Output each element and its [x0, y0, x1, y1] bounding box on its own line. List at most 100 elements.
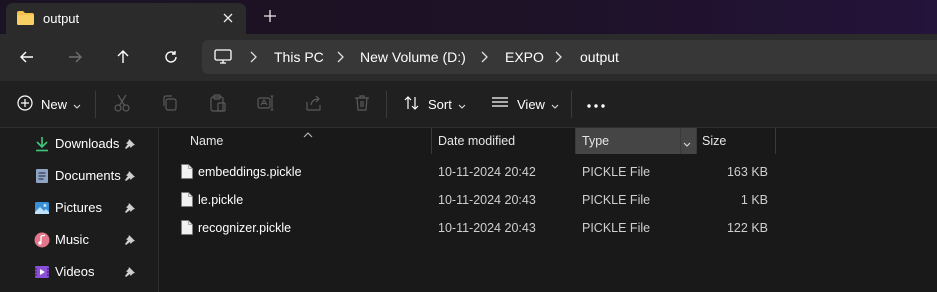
download-icon	[34, 136, 50, 152]
chevron-right-icon[interactable]	[248, 51, 258, 63]
breadcrumb-this-pc[interactable]: This PC	[274, 49, 324, 65]
file-name: embeddings.pickle	[198, 165, 302, 179]
divider	[571, 91, 572, 118]
new-label: New	[41, 96, 68, 112]
column-header-label: Name	[190, 134, 224, 148]
breadcrumb-expo[interactable]: EXPO	[505, 49, 544, 65]
cut-icon	[113, 94, 131, 115]
arrow-right-icon[interactable]	[63, 45, 87, 69]
refresh-icon[interactable]	[159, 45, 183, 69]
paste-button[interactable]	[209, 93, 227, 115]
breadcrumb-new-volume[interactable]: New Volume (D:)	[360, 49, 466, 65]
file-icon	[181, 164, 193, 179]
divider	[95, 91, 96, 118]
rename-button[interactable]	[257, 93, 275, 115]
delete-icon	[353, 94, 371, 115]
column-header-label: Date modified	[438, 134, 516, 148]
column-header-label: Type	[582, 134, 610, 148]
file-name: le.pickle	[198, 193, 244, 207]
sort-label: Sort	[428, 96, 452, 112]
music-icon	[34, 232, 50, 248]
pin-icon[interactable]	[124, 138, 136, 150]
picture-icon	[34, 200, 50, 216]
sidebar-item-music[interactable]: Music	[0, 224, 158, 256]
sort-icon	[404, 95, 420, 114]
copy-button[interactable]	[161, 93, 179, 115]
file-size: 122 KB	[726, 221, 768, 235]
sidebar-item-label: Documents	[55, 168, 121, 183]
divider	[386, 91, 387, 118]
chevron-right-icon[interactable]	[479, 51, 489, 63]
table-row[interactable]: embeddings.pickle 10-11-2024 20:42 PICKL…	[159, 158, 937, 186]
rename-icon	[257, 94, 275, 115]
column-header-date[interactable]: Date modified	[432, 128, 575, 154]
table-row[interactable]: le.pickle 10-11-2024 20:43 PICKLE File 1…	[159, 186, 937, 214]
chevron-down-icon	[551, 97, 559, 112]
command-bar: New Sort View	[0, 81, 937, 128]
column-header-name[interactable]: Name	[159, 128, 431, 154]
file-date: 10-11-2024 20:42	[438, 165, 536, 179]
chevron-right-icon[interactable]	[335, 51, 345, 63]
view-label: View	[517, 96, 545, 112]
view-list-icon	[491, 96, 509, 113]
arrow-up-icon[interactable]	[111, 45, 135, 69]
file-icon	[181, 220, 193, 235]
pin-icon[interactable]	[124, 234, 136, 246]
plus-circle-icon	[17, 94, 33, 114]
column-header-size[interactable]: Size	[697, 128, 775, 154]
video-icon	[34, 264, 50, 280]
copy-icon	[161, 94, 179, 115]
file-size: 1 KB	[740, 193, 768, 207]
paste-icon	[209, 93, 227, 115]
column-divider[interactable]	[680, 128, 681, 154]
computer-icon	[214, 49, 232, 65]
file-icon	[181, 192, 193, 207]
tab-output[interactable]: output	[6, 3, 246, 34]
sidebar-item-downloads[interactable]: Downloads	[0, 128, 158, 160]
file-type: PICKLE File	[582, 165, 651, 179]
file-size: 163 KB	[726, 165, 768, 179]
sidebar-item-label: Music	[55, 232, 89, 247]
column-header-label: Size	[702, 134, 727, 148]
sort-button[interactable]: Sort	[404, 93, 466, 115]
navigation-pane: Downloads Documents Pictures Music Video…	[0, 128, 159, 292]
sidebar-item-documents[interactable]: Documents	[0, 160, 158, 192]
sidebar-item-pictures[interactable]: Pictures	[0, 192, 158, 224]
view-button[interactable]: View	[491, 93, 559, 115]
file-name: recognizer.pickle	[198, 221, 292, 235]
chevron-right-icon[interactable]	[553, 51, 563, 63]
title-bar: output	[0, 0, 937, 34]
pin-icon[interactable]	[124, 170, 136, 182]
address-bar[interactable]: This PC New Volume (D:) EXPO output	[202, 40, 937, 74]
more-button[interactable]	[586, 93, 606, 115]
new-button[interactable]: New	[17, 93, 81, 115]
breadcrumb-output[interactable]: output	[580, 49, 619, 65]
share-icon	[305, 94, 323, 115]
file-date: 10-11-2024 20:43	[438, 221, 536, 235]
share-button[interactable]	[305, 93, 323, 115]
folder-icon	[17, 11, 34, 25]
sidebar-item-label: Downloads	[55, 136, 120, 151]
table-row[interactable]: recognizer.pickle 10-11-2024 20:43 PICKL…	[159, 214, 937, 242]
plus-icon[interactable]	[261, 7, 279, 25]
file-date: 10-11-2024 20:43	[438, 193, 536, 207]
file-type: PICKLE File	[582, 221, 651, 235]
tab-title: output	[43, 11, 80, 26]
close-icon[interactable]	[219, 9, 237, 27]
column-header-type[interactable]: Type	[576, 128, 696, 154]
more-icon	[586, 97, 606, 112]
chevron-down-icon	[73, 97, 81, 112]
file-list: Name Date modified Type Size embeddings.…	[159, 128, 937, 292]
chevron-down-icon[interactable]	[683, 136, 691, 150]
sidebar-item-label: Pictures	[55, 200, 102, 215]
document-icon	[34, 168, 50, 184]
arrow-left-icon[interactable]	[15, 45, 39, 69]
navigation-bar: This PC New Volume (D:) EXPO output	[0, 34, 937, 81]
pin-icon[interactable]	[124, 266, 136, 278]
column-divider[interactable]	[775, 128, 776, 154]
delete-button[interactable]	[353, 93, 371, 115]
sidebar-item-videos[interactable]: Videos	[0, 256, 158, 288]
pin-icon[interactable]	[124, 202, 136, 214]
cut-button[interactable]	[113, 93, 131, 115]
chevron-down-icon	[458, 97, 466, 112]
